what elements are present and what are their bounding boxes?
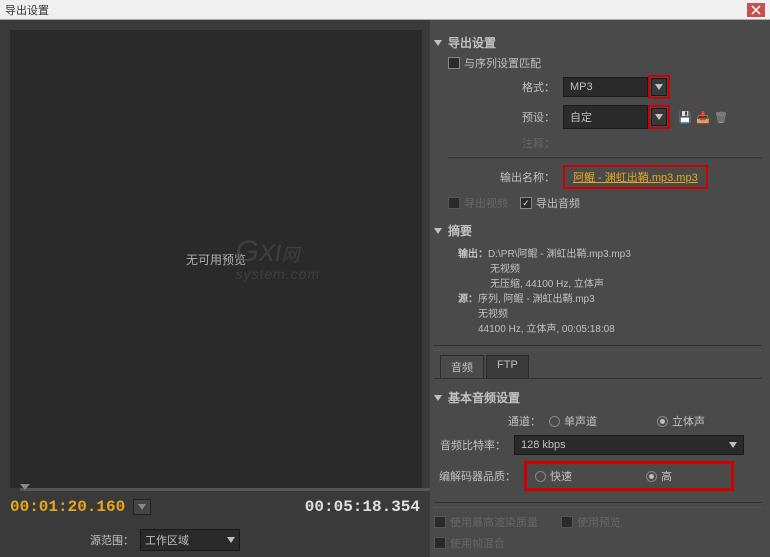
preset-dropdown[interactable]: 自定 — [563, 105, 648, 129]
chevron-down-icon — [434, 228, 442, 234]
watermark: GXI网 system.com — [235, 237, 320, 281]
use-mixdown-checkbox: 使用帧混合 — [434, 535, 505, 551]
checkbox-icon — [561, 516, 573, 528]
output-name-link[interactable]: 阿鲲 - 渊虹出鞘.mp3.mp3 — [573, 172, 698, 184]
checkbox-icon — [434, 516, 446, 528]
radio-icon — [535, 471, 546, 482]
format-label: 格式： — [448, 79, 563, 95]
format-dropdown[interactable]: MP3 — [563, 77, 648, 97]
preview-panel: 无可用预览 GXI网 system.com 00:01:20.160 00:05… — [0, 20, 430, 557]
current-timecode: 00:01:20.160 — [10, 498, 125, 516]
checkbox-icon — [434, 537, 446, 549]
checkbox-icon — [520, 197, 532, 209]
radio-stereo[interactable]: 立体声 — [657, 413, 705, 429]
checkbox-icon — [448, 197, 460, 209]
checkbox-icon — [448, 57, 460, 69]
tab-audio[interactable]: 音频 — [440, 355, 484, 378]
import-preset-icon[interactable]: 📥 — [694, 109, 712, 125]
radio-fast[interactable]: 快速 — [535, 468, 572, 484]
save-preset-icon[interactable]: 💾 — [676, 109, 694, 125]
chevron-down-icon — [434, 395, 442, 401]
preview-area: 无可用预览 GXI网 system.com — [10, 30, 422, 488]
max-render-checkbox: 使用最高渲染质量 — [434, 514, 538, 530]
timeline-scrubber[interactable] — [20, 488, 430, 491]
settings-panel: 导出设置 与序列设置匹配 格式： MP3 预设： 自定 💾 — [430, 20, 770, 557]
chevron-down-icon — [729, 442, 737, 448]
titlebar: 导出设置 — [0, 0, 770, 20]
delete-preset-icon[interactable]: 🗑 — [712, 109, 730, 125]
preset-dropdown-arrow[interactable] — [651, 108, 667, 126]
close-icon — [747, 3, 765, 17]
preset-label: 预设： — [448, 109, 563, 125]
use-preview-checkbox: 使用预览 — [561, 514, 621, 530]
radio-high[interactable]: 高 — [646, 468, 672, 484]
chevron-down-icon — [434, 40, 442, 46]
timeline-bar: 00:01:20.160 00:05:18.354 — [0, 491, 430, 523]
channel-label: 通道： — [434, 413, 549, 429]
radio-icon — [657, 416, 668, 427]
window-title: 导出设置 — [5, 2, 747, 18]
tab-ftp[interactable]: FTP — [486, 355, 529, 378]
comment-label: 注释： — [448, 135, 563, 151]
source-range-row: 源范围： 工作区域 — [0, 523, 430, 557]
window-close-button[interactable] — [747, 3, 765, 17]
quality-label: 编解码器品质： — [434, 468, 524, 484]
export-video-checkbox: 导出视频 — [448, 195, 508, 211]
output-name-label: 输出名称： — [448, 169, 563, 185]
radio-icon — [646, 471, 657, 482]
export-settings-header[interactable]: 导出设置 — [434, 30, 762, 55]
summary-block: 输出：D:\PR\阿鲲 - 渊虹出鞘.mp3.mp3 无视频 无压缩, 4410… — [434, 243, 762, 341]
radio-icon — [549, 416, 560, 427]
radio-mono[interactable]: 单声道 — [549, 413, 597, 429]
summary-header[interactable]: 摘要 — [434, 218, 762, 243]
chevron-down-icon — [227, 537, 235, 543]
total-timecode: 00:05:18.354 — [305, 498, 420, 516]
export-audio-checkbox[interactable]: 导出音频 — [520, 195, 580, 211]
bitrate-label: 音频比特率： — [434, 437, 514, 453]
fit-button[interactable] — [133, 499, 151, 515]
source-range-label: 源范围： — [90, 532, 134, 548]
source-range-dropdown[interactable]: 工作区域 — [140, 529, 240, 551]
match-sequence-checkbox[interactable]: 与序列设置匹配 — [448, 55, 541, 71]
format-dropdown-arrow[interactable] — [651, 78, 667, 96]
bitrate-dropdown[interactable]: 128 kbps — [514, 435, 744, 455]
audio-settings-header[interactable]: 基本音频设置 — [434, 385, 762, 410]
tabs: 音频 FTP — [434, 355, 762, 378]
